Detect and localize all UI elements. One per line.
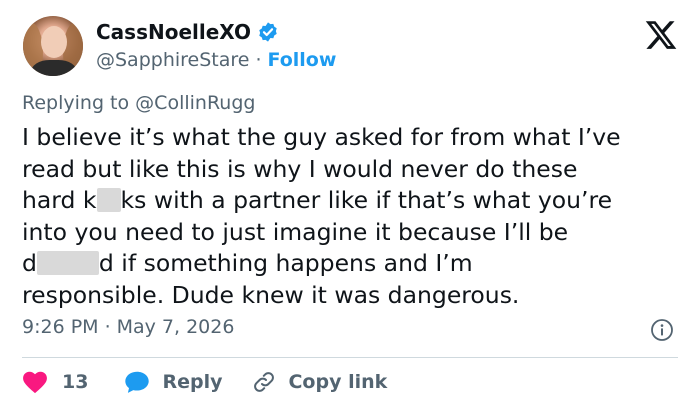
author-display-name[interactable]: CassNoelleXO (96, 20, 251, 44)
tweet-text-segment: d if something happens and I’m (98, 249, 473, 277)
link-icon (254, 372, 275, 392)
tweet-line: into you need to just imagine it because… (22, 217, 692, 249)
action-bar: 13 Reply Copy link (22, 366, 387, 398)
reply-button[interactable]: Reply (124, 370, 222, 394)
divider (22, 357, 678, 358)
timestamp-separator: · (104, 316, 111, 338)
copy-link-label: Copy link (288, 371, 388, 393)
reply-label: Reply (162, 371, 223, 393)
tweet-line: read but like this is why I would never … (22, 154, 692, 186)
tweet-text-segment: read but like this is why I would never … (22, 154, 578, 183)
tweet-date: May 7, 2026 (116, 316, 235, 338)
tweet-line: responsible. Dude knew it was dangerous. (22, 280, 692, 312)
author-handle-row: @SapphireStare · Follow (96, 47, 336, 73)
replying-to-prefix: Replying to (22, 92, 130, 114)
info-icon[interactable] (650, 318, 674, 342)
replying-to-mention[interactable]: @CollinRugg (135, 92, 255, 114)
copy-link-button[interactable]: Copy link (252, 370, 387, 394)
author-name-row: CassNoelleXO (96, 18, 279, 46)
tweet-line: d d if something happens and I’m (22, 248, 692, 280)
like-count: 13 (62, 371, 89, 393)
tweet-line: I believe it’s what the guy asked for fr… (22, 122, 692, 154)
replying-to: Replying to @CollinRugg (22, 92, 255, 114)
speech-bubble-icon (125, 371, 150, 393)
tweet-text-segment: I believe it’s what the guy asked for fr… (22, 123, 621, 151)
tweet-text-segment: hard k (22, 186, 97, 214)
tweet-line: hard k ks with a partner like if that’s w… (22, 185, 692, 217)
tweet-text-segment: d (22, 249, 37, 277)
tweet-text-segment: ks with a partner like if that’s what yo… (120, 186, 613, 214)
tweet-text: I believe it’s what the guy asked for fr… (22, 122, 692, 311)
tweet-timestamp[interactable]: 9:26 PM · May 7, 2026 (22, 316, 234, 338)
x-logo-icon[interactable] (644, 18, 678, 52)
like-button[interactable]: 13 (22, 370, 88, 394)
tweet-time: 9:26 PM (22, 316, 99, 338)
follow-button[interactable]: Follow (268, 49, 337, 71)
author-handle[interactable]: @SapphireStare (96, 49, 249, 71)
handle-separator: · (255, 49, 262, 71)
redaction-block (96, 188, 121, 212)
verified-badge-icon (259, 22, 277, 42)
avatar-face (41, 26, 67, 58)
heart-icon (23, 371, 47, 394)
tweet-text-segment: into you need to just imagine it because… (22, 217, 569, 246)
redaction-block (36, 251, 99, 275)
tweet-text-segment: responsible. Dude knew it was dangerous. (22, 280, 520, 309)
avatar[interactable] (23, 16, 83, 76)
avatar-body (31, 60, 77, 76)
